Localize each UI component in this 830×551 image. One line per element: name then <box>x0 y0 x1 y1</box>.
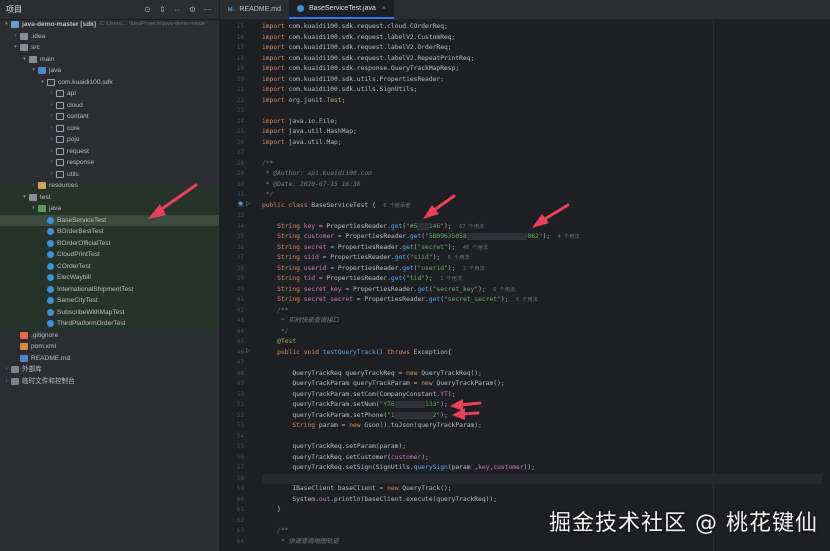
arrow-head-customer <box>532 214 549 228</box>
arrow-head-num <box>450 399 463 411</box>
watermark: 掘金技术社区 @ 桃花键仙 <box>549 511 818 536</box>
arrow-head-phone <box>452 408 465 420</box>
annotation-arrows <box>148 183 570 420</box>
